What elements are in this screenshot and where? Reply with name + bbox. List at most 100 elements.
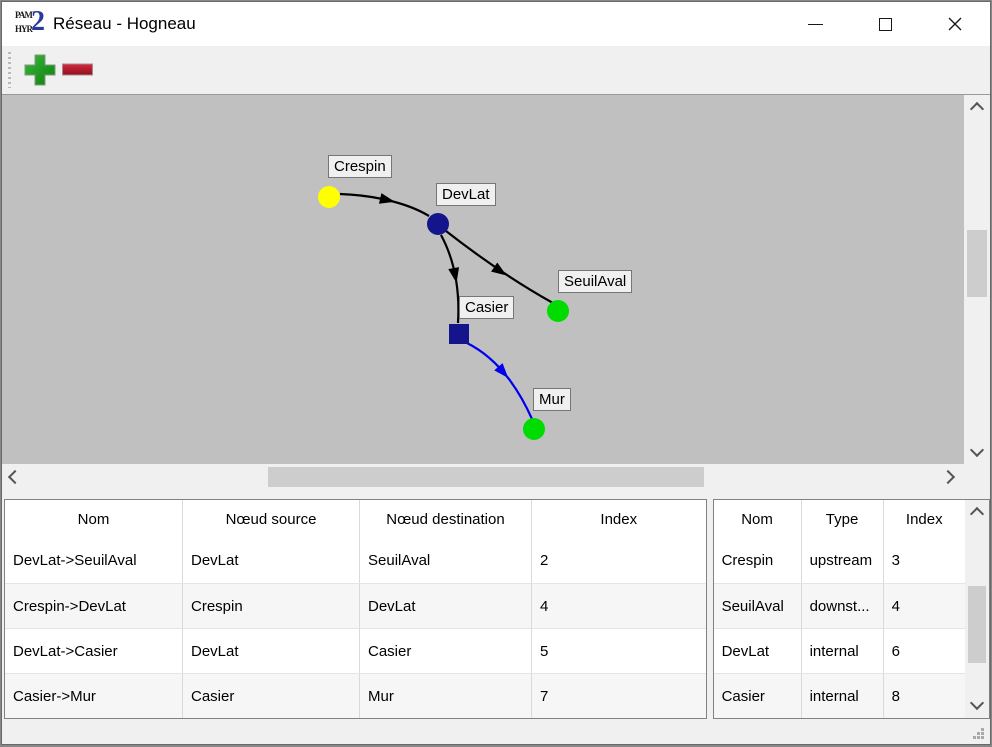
resize-grip-icon[interactable] bbox=[981, 736, 984, 739]
scrollbar-corner bbox=[965, 464, 990, 490]
close-button[interactable] bbox=[920, 2, 990, 46]
app-icon: PAM HYR 2 bbox=[15, 9, 45, 39]
cell-destination: Casier bbox=[360, 629, 532, 673]
scroll-right-icon[interactable] bbox=[941, 470, 955, 484]
cell-name: Casier->Mur bbox=[5, 674, 183, 718]
nodes-table-scrollbar[interactable] bbox=[965, 500, 989, 718]
cell-index: 8 bbox=[884, 674, 965, 718]
cell-index: 4 bbox=[884, 584, 965, 628]
app-icon-text-bottom: HYR bbox=[15, 25, 32, 34]
cell-index: 6 bbox=[884, 629, 965, 673]
cell-index: 5 bbox=[532, 629, 706, 673]
edge-arrow-icon bbox=[448, 267, 462, 284]
column-header: Nom bbox=[5, 500, 183, 538]
table-row[interactable]: Casier->Mur Casier Mur 7 bbox=[5, 673, 706, 718]
edge-arrow-icon bbox=[379, 193, 396, 207]
cell-name: Crespin->DevLat bbox=[5, 584, 183, 628]
nodes-table-grid: Nom Type Index Crespin upstream 3 SeuilA… bbox=[714, 500, 965, 718]
cell-type: downst... bbox=[802, 584, 884, 628]
edge-Casier->Mur[interactable] bbox=[467, 343, 532, 419]
app-icon-text-top: PAM bbox=[15, 11, 32, 20]
window-controls bbox=[780, 2, 990, 46]
table-row[interactable]: Casier internal 8 bbox=[714, 673, 965, 718]
node-label-Casier[interactable]: Casier bbox=[459, 296, 514, 319]
app-window: PAM HYR 2 Réseau - Hogneau bbox=[1, 1, 991, 745]
cell-index: 7 bbox=[532, 674, 706, 718]
scroll-up-icon[interactable] bbox=[970, 507, 984, 521]
cell-destination: SeuilAval bbox=[360, 538, 532, 583]
window-title: Réseau - Hogneau bbox=[53, 14, 196, 34]
nodes-table: Nom Type Index Crespin upstream 3 SeuilA… bbox=[713, 499, 990, 719]
column-header: Nœud destination bbox=[360, 500, 532, 538]
column-header: Nom bbox=[714, 500, 802, 538]
toolbar bbox=[2, 46, 990, 94]
node-label-Crespin[interactable]: Crespin bbox=[328, 155, 392, 178]
edges-table: Nom Nœud source Nœud destination Index D… bbox=[4, 499, 707, 719]
horizontal-scrollbar-row bbox=[2, 464, 990, 490]
cell-index: 4 bbox=[532, 584, 706, 628]
spacer bbox=[2, 490, 990, 499]
node-Crespin[interactable] bbox=[318, 186, 340, 208]
scroll-down-icon[interactable] bbox=[970, 696, 984, 710]
cell-destination: DevLat bbox=[360, 584, 532, 628]
cell-destination: Mur bbox=[360, 674, 532, 718]
column-header: Nœud source bbox=[183, 500, 360, 538]
network-graph bbox=[2, 95, 964, 464]
cell-type: upstream bbox=[802, 538, 884, 583]
remove-button[interactable] bbox=[59, 50, 97, 90]
maximize-icon bbox=[879, 18, 892, 31]
table-row[interactable]: DevLat internal 6 bbox=[714, 628, 965, 673]
node-SeuilAval[interactable] bbox=[547, 300, 569, 322]
table-row[interactable]: Crespin upstream 3 bbox=[714, 538, 965, 583]
edges-table-header: Nom Nœud source Nœud destination Index bbox=[5, 500, 706, 538]
scroll-left-icon[interactable] bbox=[8, 470, 22, 484]
cell-name: Crespin bbox=[714, 538, 802, 583]
maximize-button[interactable] bbox=[850, 2, 920, 46]
cell-index: 2 bbox=[532, 538, 706, 583]
title-bar: PAM HYR 2 Réseau - Hogneau bbox=[2, 2, 990, 46]
node-label-SeuilAval[interactable]: SeuilAval bbox=[558, 270, 632, 293]
node-label-DevLat[interactable]: DevLat bbox=[436, 183, 496, 206]
node-Casier[interactable] bbox=[449, 324, 469, 344]
cell-index: 3 bbox=[884, 538, 965, 583]
network-canvas[interactable]: Crespin DevLat SeuilAval Casier Mur bbox=[2, 95, 964, 464]
cell-source: DevLat bbox=[183, 538, 360, 583]
node-label-Mur[interactable]: Mur bbox=[533, 388, 571, 411]
column-header: Type bbox=[802, 500, 884, 538]
minimize-button[interactable] bbox=[780, 2, 850, 46]
tables-area: Nom Nœud source Nœud destination Index D… bbox=[2, 499, 990, 719]
cell-source: DevLat bbox=[183, 629, 360, 673]
scroll-up-icon[interactable] bbox=[970, 102, 984, 116]
minimize-icon bbox=[808, 24, 823, 25]
node-Mur[interactable] bbox=[523, 418, 545, 440]
close-icon bbox=[947, 16, 963, 32]
table-row[interactable]: DevLat->SeuilAval DevLat SeuilAval 2 bbox=[5, 538, 706, 583]
cell-name: DevLat bbox=[714, 629, 802, 673]
table-row[interactable]: SeuilAval downst... 4 bbox=[714, 583, 965, 628]
cell-name: SeuilAval bbox=[714, 584, 802, 628]
column-header: Index bbox=[532, 500, 706, 538]
scroll-down-icon[interactable] bbox=[970, 443, 984, 457]
minus-icon bbox=[61, 62, 95, 78]
nodes-table-header: Nom Type Index bbox=[714, 500, 965, 538]
plus-icon bbox=[23, 53, 57, 87]
canvas-area: Crespin DevLat SeuilAval Casier Mur bbox=[2, 94, 990, 464]
cell-type: internal bbox=[802, 674, 884, 718]
cell-name: DevLat->Casier bbox=[5, 629, 183, 673]
table-row[interactable]: DevLat->Casier DevLat Casier 5 bbox=[5, 628, 706, 673]
cell-source: Crespin bbox=[183, 584, 360, 628]
cell-name: DevLat->SeuilAval bbox=[5, 538, 183, 583]
node-DevLat[interactable] bbox=[427, 213, 449, 235]
status-bar bbox=[2, 719, 990, 744]
horizontal-scrollbar-thumb[interactable] bbox=[268, 467, 704, 487]
canvas-vertical-scrollbar[interactable] bbox=[964, 95, 990, 464]
vertical-scrollbar-thumb[interactable] bbox=[967, 230, 987, 297]
canvas-horizontal-scrollbar[interactable] bbox=[2, 464, 965, 490]
cell-name: Casier bbox=[714, 674, 802, 718]
add-button[interactable] bbox=[21, 50, 59, 90]
toolbar-drag-handle[interactable] bbox=[8, 52, 11, 88]
table-scrollbar-thumb[interactable] bbox=[968, 586, 986, 663]
app-icon-number: 2 bbox=[31, 7, 45, 37]
column-header: Index bbox=[884, 500, 965, 538]
table-row[interactable]: Crespin->DevLat Crespin DevLat 4 bbox=[5, 583, 706, 628]
